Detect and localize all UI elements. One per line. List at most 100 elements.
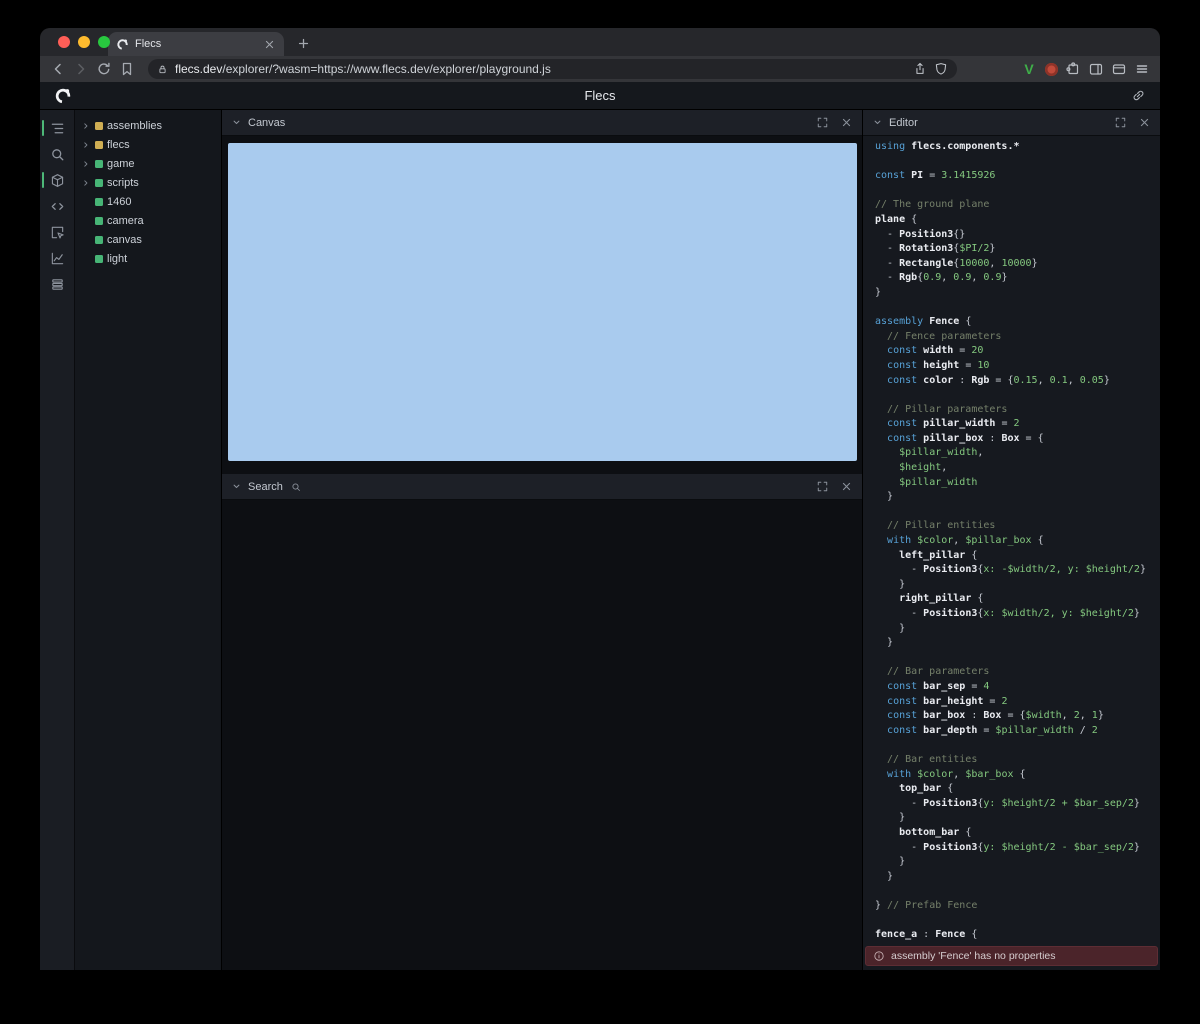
- code-line: }: [875, 855, 1160, 870]
- tree-item-assemblies[interactable]: assemblies: [75, 116, 221, 135]
- center-column: Canvas Search: [222, 110, 862, 970]
- browser-tab[interactable]: Flecs: [108, 32, 284, 56]
- search-panel-body[interactable]: [222, 500, 862, 970]
- reload-button[interactable]: [96, 61, 112, 77]
- forward-button[interactable]: [73, 61, 89, 77]
- lock-icon: [157, 64, 168, 75]
- close-panel-icon[interactable]: [840, 480, 853, 493]
- chevron-right-icon[interactable]: [81, 121, 91, 131]
- inspect-icon[interactable]: [40, 219, 75, 245]
- code-line: [875, 738, 1160, 753]
- search-icon[interactable]: [40, 141, 75, 167]
- chevron-right-icon[interactable]: [81, 159, 91, 169]
- tree-item-canvas[interactable]: canvas: [75, 230, 221, 249]
- script-editor-icon[interactable]: [40, 193, 75, 219]
- search-panel-header: Search: [222, 474, 862, 500]
- tab-title: Flecs: [135, 38, 257, 50]
- info-icon: [873, 950, 885, 962]
- collapse-chevron-icon[interactable]: [231, 117, 242, 128]
- close-panel-icon[interactable]: [840, 116, 853, 129]
- desktop: Flecs flecs.dev/explorer/?wasm=https://w…: [0, 0, 1200, 1024]
- code-line: $pillar_width,: [875, 446, 1160, 461]
- code-line: const pillar_width = 2: [875, 417, 1160, 432]
- link-icon[interactable]: [1131, 88, 1146, 103]
- code-line: }: [875, 870, 1160, 885]
- entity-color-swatch: [95, 217, 103, 225]
- window-close-button[interactable]: [58, 36, 70, 48]
- code-line: }: [875, 286, 1160, 301]
- canvas-panel-header: Canvas: [222, 110, 862, 136]
- extensions-puzzle-icon[interactable]: [1065, 61, 1081, 77]
- code-line: [875, 155, 1160, 170]
- canvas-panel-body: [222, 136, 862, 474]
- code-line: // Bar entities: [875, 753, 1160, 768]
- window-minimize-button[interactable]: [78, 36, 90, 48]
- shield-icon[interactable]: [934, 62, 948, 76]
- expand-panel-icon[interactable]: [816, 480, 829, 493]
- browser-toolbar: flecs.dev/explorer/?wasm=https://www.fle…: [40, 56, 1160, 82]
- code-line: - Rgb{0.9, 0.9, 0.9}: [875, 271, 1160, 286]
- page-title: Flecs: [40, 88, 1160, 103]
- tree-indent-spacer: [81, 197, 91, 207]
- tree-item-flecs[interactable]: flecs: [75, 135, 221, 154]
- address-bar[interactable]: flecs.dev/explorer/?wasm=https://www.fle…: [148, 59, 957, 79]
- sidebar-toggle-icon[interactable]: [1088, 61, 1104, 77]
- new-tab-button[interactable]: [296, 36, 311, 51]
- icon-rail: [40, 110, 75, 970]
- code-line: - Position3{}: [875, 228, 1160, 243]
- code-line: [875, 184, 1160, 199]
- code-line: with $color, $bar_box {: [875, 768, 1160, 783]
- canvas-viewport[interactable]: [228, 143, 857, 461]
- window-controls: [58, 36, 110, 48]
- chevron-right-icon[interactable]: [81, 140, 91, 150]
- code-line: [875, 913, 1160, 928]
- code-line: top_bar {: [875, 782, 1160, 797]
- extension-record-icon[interactable]: [1045, 63, 1058, 76]
- code-line: // Fence parameters: [875, 330, 1160, 345]
- tree-item-light[interactable]: light: [75, 249, 221, 268]
- code-line: plane {: [875, 213, 1160, 228]
- chevron-right-icon[interactable]: [81, 178, 91, 188]
- close-panel-icon[interactable]: [1138, 116, 1151, 129]
- menu-icon[interactable]: [1134, 61, 1150, 77]
- entity-tree: assembliesflecsgamescripts1460cameracanv…: [75, 116, 221, 268]
- tree-item-scripts[interactable]: scripts: [75, 173, 221, 192]
- code-line: right_pillar {: [875, 592, 1160, 607]
- tables-icon[interactable]: [40, 271, 75, 297]
- code-line: const bar_sep = 4: [875, 680, 1160, 695]
- expand-panel-icon[interactable]: [1114, 116, 1127, 129]
- entity-tree-icon[interactable]: [40, 115, 75, 141]
- share-icon[interactable]: [913, 62, 927, 76]
- url-path: /explorer/?wasm=https://www.flecs.dev/ex…: [222, 62, 550, 76]
- code-line: - Rectangle{10000, 10000}: [875, 257, 1160, 272]
- code-line: const pillar_box : Box = {: [875, 432, 1160, 447]
- statistics-icon[interactable]: [40, 245, 75, 271]
- scene-canvas-icon[interactable]: [40, 167, 75, 193]
- flecs-favicon-icon: [116, 38, 129, 51]
- editor-code[interactable]: using flecs.components.* const PI = 3.14…: [863, 136, 1160, 944]
- extension-v-icon[interactable]: V: [1020, 61, 1038, 77]
- bookmark-icon[interactable]: [119, 61, 135, 77]
- editor-panel-title: Editor: [889, 117, 918, 129]
- code-line: with $color, $pillar_box {: [875, 534, 1160, 549]
- flecs-logo-icon[interactable]: [54, 87, 72, 105]
- editor-panel-header: Editor: [863, 110, 1160, 136]
- window-zoom-button[interactable]: [98, 36, 110, 48]
- code-line: const bar_depth = $pillar_width / 2: [875, 724, 1160, 739]
- expand-panel-icon[interactable]: [816, 116, 829, 129]
- collapse-chevron-icon[interactable]: [872, 117, 883, 128]
- tab-strip: Flecs: [40, 28, 1160, 56]
- tree-item-game[interactable]: game: [75, 154, 221, 173]
- tree-item-camera[interactable]: camera: [75, 211, 221, 230]
- tree-indent-spacer: [81, 216, 91, 226]
- code-line: const width = 20: [875, 344, 1160, 359]
- tree-item-1460[interactable]: 1460: [75, 192, 221, 211]
- wallet-icon[interactable]: [1111, 61, 1127, 77]
- entity-color-swatch: [95, 141, 103, 149]
- back-button[interactable]: [50, 61, 66, 77]
- code-line: }: [875, 578, 1160, 593]
- canvas-panel-title: Canvas: [248, 117, 285, 129]
- collapse-chevron-icon[interactable]: [231, 481, 242, 492]
- tab-close-icon[interactable]: [263, 38, 276, 51]
- code-line: $height,: [875, 461, 1160, 476]
